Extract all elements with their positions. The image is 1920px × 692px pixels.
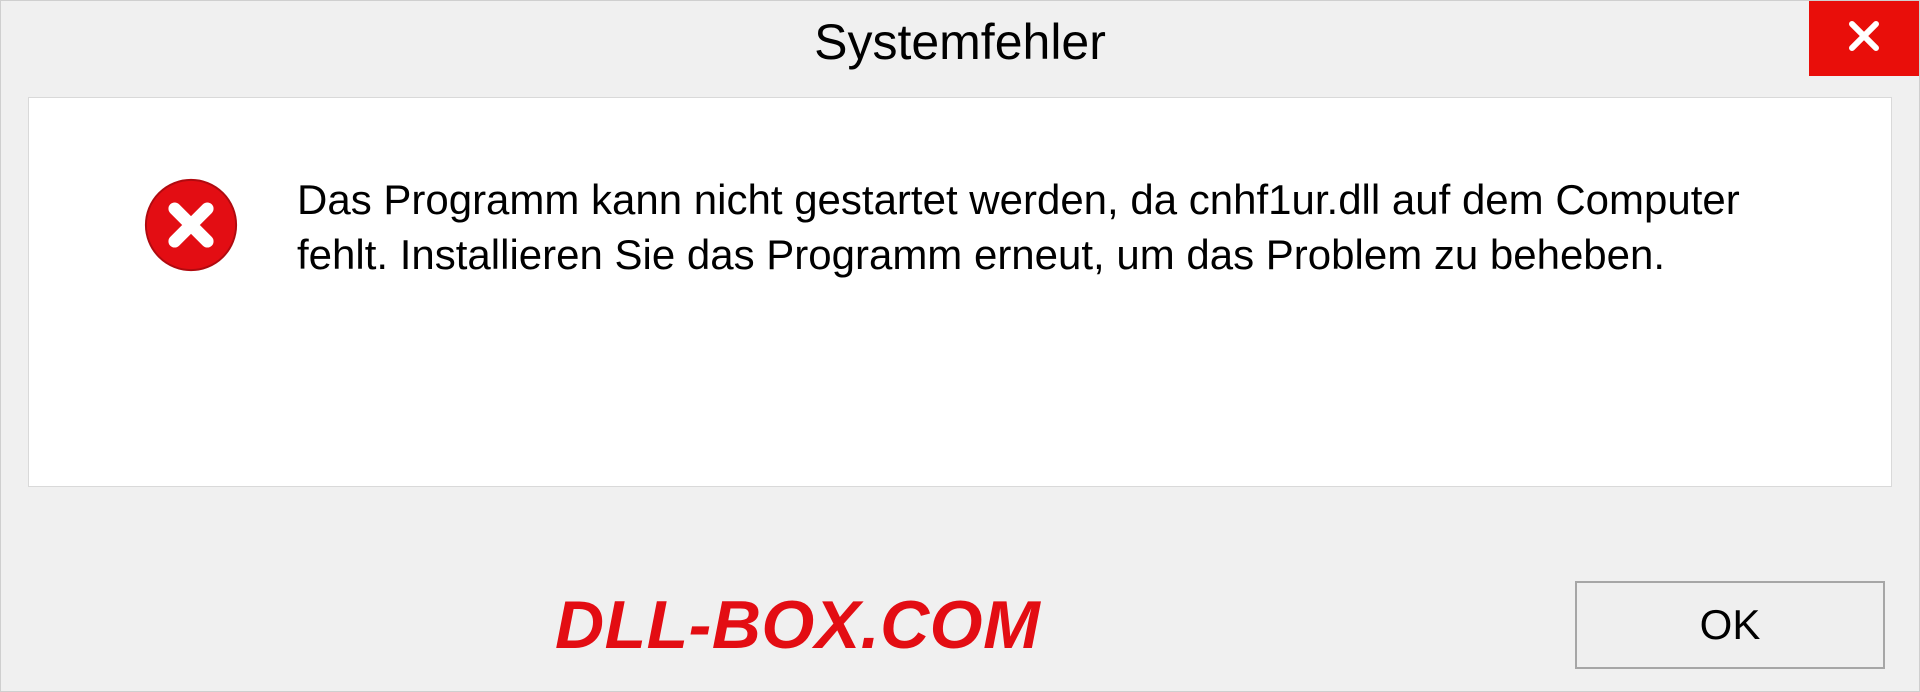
close-button[interactable] [1809,1,1919,76]
error-message: Das Programm kann nicht gestartet werden… [297,173,1821,282]
error-icon [143,177,239,273]
content-panel: Das Programm kann nicht gestartet werden… [28,97,1892,487]
titlebar: Systemfehler [1,1,1919,83]
close-icon [1846,18,1882,59]
dialog-title: Systemfehler [814,13,1106,71]
ok-button-label: OK [1700,601,1761,649]
ok-button[interactable]: OK [1575,581,1885,669]
error-dialog: Systemfehler Das Programm kann nicht ges… [0,0,1920,692]
watermark-text: DLL-BOX.COM [555,586,1040,664]
dialog-footer: DLL-BOX.COM OK [35,581,1885,669]
